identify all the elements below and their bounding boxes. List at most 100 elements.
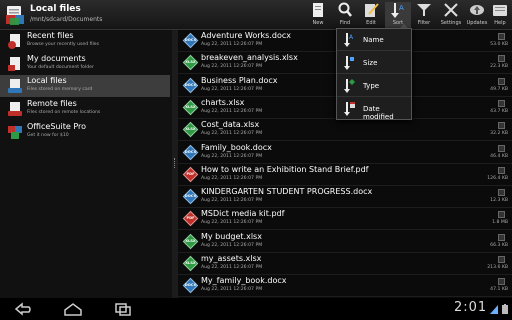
file-row[interactable]: DOCX My_family_book.docx Aug 22, 2011 12:2…	[178, 275, 512, 298]
updates-button[interactable]: Updates	[464, 2, 490, 30]
file-date: Aug 22, 2011 12:26:07 PM	[201, 198, 263, 204]
sort-date-icon	[344, 102, 355, 116]
file-checkbox[interactable]	[498, 166, 505, 174]
settings-icon	[444, 3, 458, 17]
file-checkbox[interactable]	[498, 278, 505, 286]
file-checkbox[interactable]	[498, 122, 505, 130]
file-row[interactable]: DOCX Family_book.docx Aug 22, 2011 12:26:0…	[178, 142, 512, 164]
file-size: 49.7 KB	[490, 86, 508, 92]
find-button[interactable]: Find	[332, 2, 358, 30]
file-checkbox[interactable]	[498, 211, 505, 219]
recent-apps-icon[interactable]	[112, 301, 134, 317]
sidebar-item-remote-files[interactable]: Remote files Files stored on remote loca…	[0, 98, 170, 120]
home-icon[interactable]	[62, 301, 84, 317]
settings-button[interactable]: Settings	[438, 2, 464, 30]
current-path: /mnt/sdcard/Documents	[30, 16, 103, 23]
sidebar-item-local-files[interactable]: Local files Files stored on memory card	[0, 75, 170, 97]
wifi-icon[interactable]	[490, 304, 498, 314]
file-name: Family_book.docx	[201, 142, 272, 152]
file-row[interactable]: PDF How to write an Exhibition Stand Brie…	[178, 164, 512, 186]
file-checkbox[interactable]	[498, 33, 505, 40]
file-checkbox[interactable]	[498, 256, 505, 263]
file-row[interactable]: XLSX My budget.xlsx Aug 22, 2011 12:26:07 …	[178, 231, 512, 253]
sidebar-item-description: Files stored on memory card	[27, 87, 93, 92]
file-checkbox[interactable]	[498, 55, 505, 63]
sort-option-label: Name	[363, 36, 384, 44]
file-size: 1.8 MB	[492, 220, 508, 226]
file-type-icon: PDF	[182, 211, 199, 227]
file-type-icon: XLSX	[182, 55, 199, 71]
settings-label: Settings	[440, 20, 462, 26]
new-document-icon	[313, 3, 323, 17]
system-bar: 2:01	[0, 298, 512, 320]
file-date: Aug 22, 2011 12:26:07 PM	[201, 108, 263, 114]
filter-icon	[417, 4, 431, 16]
file-date: Aug 22, 2011 12:26:07 PM	[201, 131, 263, 137]
file-type-icon: XLSX	[182, 255, 199, 272]
clock: 2:01	[454, 300, 488, 315]
back-icon[interactable]	[12, 301, 34, 317]
file-type-label: DOCX	[184, 38, 197, 42]
file-size: 126.4 KB	[487, 175, 508, 181]
file-name: My_family_book.docx	[201, 276, 287, 286]
sort-option-type[interactable]: Type	[337, 75, 411, 97]
battery-icon[interactable]	[501, 304, 509, 314]
file-name: charts.xlsx	[201, 97, 245, 107]
edit-button[interactable]: Edit	[358, 2, 384, 30]
file-name: Cost_data.xlsx	[201, 120, 260, 130]
action-bar: Local files /mnt/sdcard/Documents New Fi…	[0, 0, 512, 30]
sort-option-date-modified[interactable]: Date modified	[337, 98, 411, 121]
file-type-icon: DOCX	[182, 188, 199, 205]
filter-label: Filter	[417, 20, 431, 26]
sidebar-item-officesuite-pro[interactable]: OfficeSuite Pro Get it now for $10	[0, 121, 170, 143]
sidebar-item-description: Browse your recently used files	[27, 42, 100, 47]
file-date: Aug 22, 2011 12:26:07 PM	[201, 86, 263, 92]
sort-option-name[interactable]: A Name	[337, 29, 411, 51]
svg-text:A: A	[349, 34, 354, 41]
file-checkbox[interactable]	[498, 144, 505, 152]
file-date: Aug 22, 2011 12:26:07 PM	[201, 64, 263, 70]
local-files-icon	[8, 79, 22, 93]
file-row[interactable]: XLSX Cost_data.xlsx Aug 22, 2011 12:26:07 …	[178, 119, 512, 142]
file-type-label: XLSX	[185, 261, 196, 265]
file-size: 12.3 KB	[490, 198, 508, 204]
sidebar-item-my-documents[interactable]: My documents Your default document folde…	[0, 53, 170, 75]
sort-option-size[interactable]: Size	[337, 52, 411, 74]
file-checkbox[interactable]	[498, 233, 505, 241]
splitter-grip-icon	[174, 158, 176, 168]
file-size: 22.3 KB	[490, 64, 508, 70]
file-date: Aug 22, 2011 12:26:07 PM	[201, 175, 263, 181]
file-row[interactable]: PDF MSDict media kit.pdf Aug 22, 2011 12:2…	[178, 208, 512, 231]
svg-text:A: A	[399, 4, 404, 12]
file-type-label: XLSX	[185, 127, 196, 132]
file-type-label: XLSX	[185, 104, 196, 109]
new-button[interactable]: New	[305, 2, 331, 30]
file-row[interactable]: XLSX my_assets.xlsx Aug 22, 2011 12:26:07 …	[178, 253, 512, 275]
file-checkbox[interactable]	[498, 99, 505, 107]
file-name: KINDERGARTEN STUDENT PROGRESS.docx	[201, 187, 373, 197]
help-button[interactable]: Help	[488, 2, 512, 30]
file-date: Aug 22, 2011 12:26:07 PM	[201, 265, 263, 270]
file-size: 32.2 KB	[490, 131, 508, 137]
filter-button[interactable]: Filter	[411, 2, 437, 30]
remote-files-icon	[8, 102, 22, 116]
file-date: Aug 22, 2011 12:26:07 PM	[201, 220, 263, 226]
file-name: Business Plan.docx	[201, 75, 278, 85]
file-checkbox[interactable]	[498, 77, 505, 85]
file-row[interactable]: DOCX KINDERGARTEN STUDENT PROGRESS.docx Au…	[178, 186, 512, 209]
file-name: breakeven_analysis.xlsx	[201, 53, 298, 63]
sidebar-item-description: Get it now for $10	[27, 133, 69, 138]
file-size: 43.7 KB	[490, 108, 508, 114]
sidebar-item-label: Recent files	[27, 31, 74, 40]
file-checkbox[interactable]	[498, 189, 505, 197]
file-type-icon: DOCX	[182, 77, 199, 93]
recent-files-icon	[8, 34, 20, 49]
file-type-icon: DOCX	[182, 278, 199, 294]
sidebar-item-description: Files stored on remote locations	[27, 110, 101, 115]
file-name: My budget.xlsx	[201, 231, 262, 241]
sidebar-item-recent-files[interactable]: Recent files Browse your recently used f…	[0, 30, 170, 52]
file-type-label: DOCX	[184, 283, 197, 288]
my-documents-icon	[8, 57, 20, 71]
file-size: 47.1 KB	[490, 287, 508, 293]
sort-name-icon: A	[344, 33, 354, 47]
